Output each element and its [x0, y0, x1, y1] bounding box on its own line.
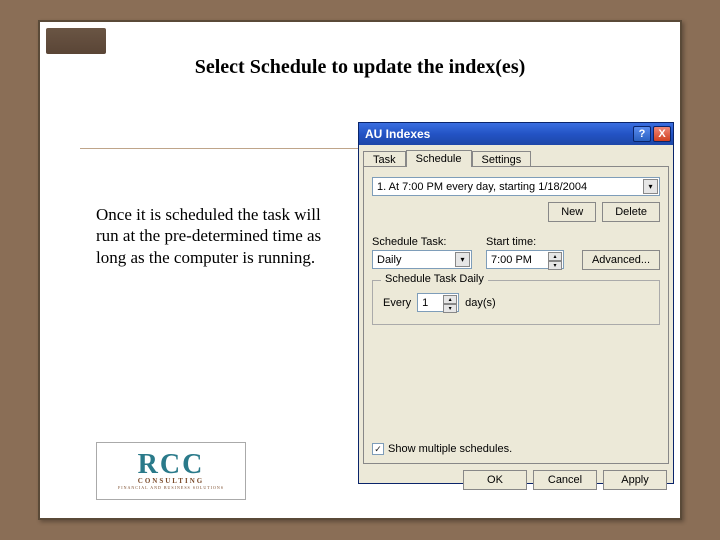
cancel-button[interactable]: Cancel [533, 470, 597, 490]
schedule-task-label: Schedule Task: [372, 236, 472, 248]
new-button[interactable]: New [548, 202, 596, 222]
logo-sub: CONSULTING [138, 477, 204, 485]
spinner-buttons[interactable]: ▴▾ [548, 252, 562, 267]
spinner-buttons[interactable]: ▴▾ [443, 295, 457, 310]
tab-strip: Task Schedule Settings [359, 149, 673, 166]
schedule-entry-value: 1. At 7:00 PM every day, starting 1/18/2… [377, 181, 587, 193]
show-multiple-row[interactable]: ✓ Show multiple schedules. [372, 443, 512, 455]
group-legend: Schedule Task Daily [381, 273, 488, 285]
start-time-value: 7:00 PM [491, 254, 532, 266]
slide-description: Once it is scheduled the task will run a… [96, 204, 326, 268]
schedule-entry-dropdown[interactable]: 1. At 7:00 PM every day, starting 1/18/2… [372, 177, 660, 196]
help-icon[interactable]: ? [633, 126, 651, 142]
logo-main: RCC [138, 452, 205, 477]
close-icon[interactable]: X [653, 126, 671, 142]
ok-button[interactable]: OK [463, 470, 527, 490]
titlebar[interactable]: AU Indexes ? X [359, 123, 673, 145]
schedule-task-value: Daily [377, 254, 401, 266]
tab-content: 1. At 7:00 PM every day, starting 1/18/2… [363, 166, 669, 464]
logo: RCC CONSULTING FINANCIAL AND BUSINESS SO… [96, 442, 246, 500]
schedule-daily-group: Schedule Task Daily Every 1 ▴▾ day(s) [372, 280, 660, 325]
every-label: Every [383, 297, 411, 309]
logo-tagline: FINANCIAL AND BUSINESS SOLUTIONS [118, 485, 224, 490]
every-field[interactable]: 1 ▴▾ [417, 293, 459, 312]
corner-decoration [46, 28, 106, 54]
every-value: 1 [422, 297, 428, 309]
chevron-down-icon[interactable]: ▾ [643, 179, 658, 194]
schedule-task-dropdown[interactable]: Daily ▾ [372, 250, 472, 269]
advanced-button[interactable]: Advanced... [582, 250, 660, 270]
start-time-field[interactable]: 7:00 PM ▴▾ [486, 250, 564, 269]
tab-schedule[interactable]: Schedule [406, 150, 472, 167]
slide-title: Select Schedule to update the index(es) [40, 56, 680, 79]
show-multiple-label: Show multiple schedules. [388, 443, 512, 455]
apply-button[interactable]: Apply [603, 470, 667, 490]
dialog-title: AU Indexes [365, 127, 631, 141]
slide-frame: Select Schedule to update the index(es) … [38, 20, 682, 520]
start-time-label: Start time: [486, 236, 568, 248]
schedule-dialog: AU Indexes ? X Task Schedule Settings 1.… [358, 122, 674, 484]
show-multiple-checkbox[interactable]: ✓ [372, 443, 384, 455]
delete-button[interactable]: Delete [602, 202, 660, 222]
days-label: day(s) [465, 297, 496, 309]
spacer [582, 236, 660, 248]
chevron-down-icon[interactable]: ▾ [455, 252, 470, 267]
dialog-button-row: OK Cancel Apply [359, 464, 673, 490]
